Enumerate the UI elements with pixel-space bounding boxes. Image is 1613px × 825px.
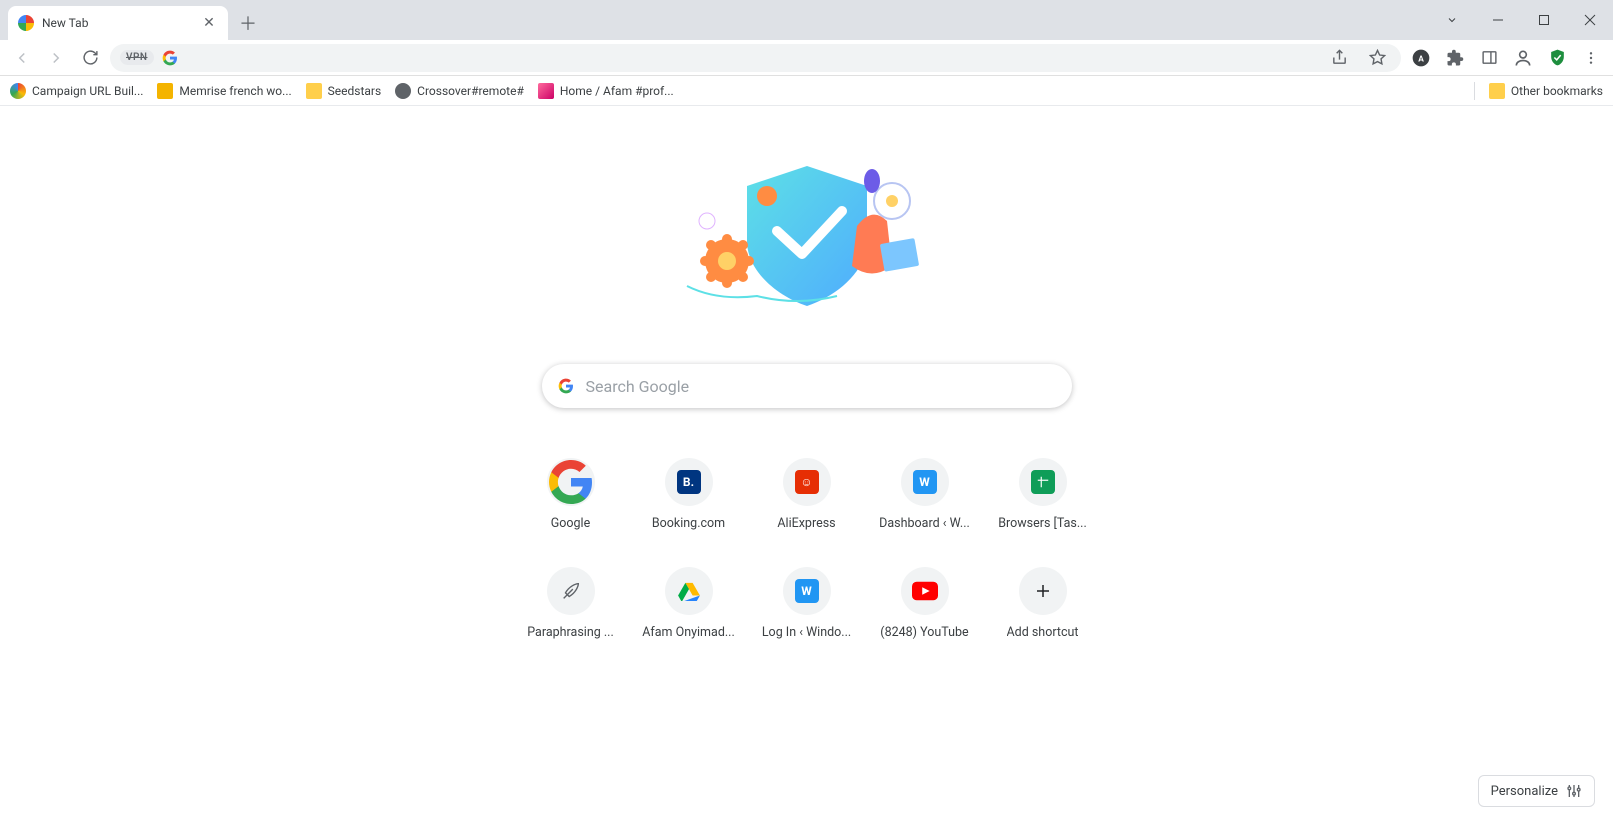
security-shield-icon[interactable]	[1543, 44, 1571, 72]
sidepanel-icon[interactable]	[1475, 44, 1503, 72]
add-icon	[1019, 567, 1067, 615]
divider	[1474, 82, 1475, 100]
feather-icon	[560, 580, 582, 602]
google-icon	[162, 50, 178, 66]
bookmark-label: Seedstars	[328, 84, 382, 98]
close-tab-icon[interactable]: ✕	[200, 14, 218, 32]
shortcut-label: Log In ‹ Windo...	[762, 625, 851, 640]
shortcut-login[interactable]: W Log In ‹ Windo...	[751, 567, 863, 640]
bookmark-item[interactable]: Seedstars	[306, 83, 382, 99]
shortcut-dashboard[interactable]: W Dashboard ‹ W...	[869, 458, 981, 531]
shortcut-icon: ☺	[783, 458, 831, 506]
bookmark-item[interactable]: Campaign URL Buil...	[10, 83, 143, 99]
bookmark-favicon	[157, 83, 173, 99]
shortcut-icon	[1019, 458, 1067, 506]
shortcut-browsers[interactable]: Browsers [Tas...	[987, 458, 1099, 531]
bookmark-favicon	[10, 83, 26, 99]
window-controls	[1429, 0, 1613, 40]
minimize-icon[interactable]	[1475, 0, 1521, 40]
bookmarks-bar: Campaign URL Buil... Memrise french wo..…	[0, 76, 1613, 106]
other-bookmarks[interactable]: Other bookmarks	[1489, 83, 1603, 99]
address-bar[interactable]: VPN	[110, 44, 1401, 72]
bookmark-item[interactable]: Home / Afam #prof...	[538, 83, 674, 99]
bookmark-label: Other bookmarks	[1511, 84, 1603, 98]
shortcut-label: Paraphrasing ...	[527, 625, 614, 640]
extensions-icon[interactable]	[1441, 44, 1469, 72]
bookmark-label: Home / Afam #prof...	[560, 84, 674, 98]
forward-button[interactable]	[42, 44, 70, 72]
shortcut-booking[interactable]: B. Booking.com	[633, 458, 745, 531]
shortcut-label: Dashboard ‹ W...	[879, 516, 970, 531]
menu-dots-icon[interactable]	[1577, 44, 1605, 72]
new-tab-button[interactable]: ＋	[234, 9, 262, 37]
shortcut-icon	[547, 458, 595, 506]
bookmark-favicon	[395, 83, 411, 99]
shortcut-label: Browsers [Tas...	[998, 516, 1087, 531]
shortcut-label: Afam Onyimad...	[642, 625, 735, 640]
shortcut-google[interactable]: Google	[515, 458, 627, 531]
google-icon	[558, 378, 574, 394]
bookmark-item[interactable]: Memrise french wo...	[157, 83, 291, 99]
maximize-icon[interactable]	[1521, 0, 1567, 40]
shortcut-aliexpress[interactable]: ☺ AliExpress	[751, 458, 863, 531]
folder-icon	[306, 83, 322, 99]
toolbar: VPN A	[0, 40, 1613, 76]
titlebar: New Tab ✕ ＋	[0, 0, 1613, 40]
shortcut-icon	[547, 567, 595, 615]
personalize-label: Personalize	[1491, 784, 1558, 799]
tabs-dropdown-icon[interactable]	[1429, 0, 1475, 40]
shortcut-icon	[665, 567, 713, 615]
bookmark-favicon	[538, 83, 554, 99]
search-input[interactable]	[586, 377, 1056, 396]
close-window-icon[interactable]	[1567, 0, 1613, 40]
svg-text:A: A	[1418, 54, 1424, 64]
personalize-button[interactable]: Personalize	[1478, 775, 1595, 807]
shortcut-paraphrasing[interactable]: Paraphrasing ...	[515, 567, 627, 640]
shortcut-icon: W	[901, 458, 949, 506]
shortcut-label: (8248) YouTube	[880, 625, 968, 640]
shortcut-label: AliExpress	[777, 516, 835, 531]
shortcut-label: Booking.com	[652, 516, 725, 531]
search-box[interactable]	[542, 364, 1072, 408]
shortcut-add[interactable]: Add shortcut	[987, 567, 1099, 640]
youtube-icon	[912, 581, 938, 601]
sliders-icon	[1566, 783, 1582, 799]
shortcut-youtube[interactable]: (8248) YouTube	[869, 567, 981, 640]
shortcuts-grid: Google B. Booking.com ☺ AliExpress W Das…	[515, 458, 1099, 640]
shortcut-icon	[901, 567, 949, 615]
share-icon[interactable]	[1325, 44, 1353, 72]
shortcut-icon: W	[783, 567, 831, 615]
shortcut-icon: B.	[665, 458, 713, 506]
hero-illustration	[657, 146, 957, 316]
tab-title: New Tab	[42, 16, 192, 30]
bookmark-item[interactable]: Crossover#remote#	[395, 83, 524, 99]
shortcut-drive[interactable]: Afam Onyimad...	[633, 567, 745, 640]
vpn-chip[interactable]: VPN	[120, 50, 154, 65]
back-button[interactable]	[8, 44, 36, 72]
tab-favicon	[18, 15, 34, 31]
folder-icon	[1489, 83, 1505, 99]
new-tab-content: Google B. Booking.com ☺ AliExpress W Das…	[0, 106, 1613, 825]
google-drive-icon	[678, 581, 700, 601]
reload-button[interactable]	[76, 44, 104, 72]
shortcut-label: Add shortcut	[1007, 625, 1079, 640]
bookmark-star-icon[interactable]	[1363, 44, 1391, 72]
bookmark-label: Crossover#remote#	[417, 84, 524, 98]
shortcut-label: Google	[551, 516, 590, 531]
extension-adblock-icon[interactable]: A	[1407, 44, 1435, 72]
browser-tab[interactable]: New Tab ✕	[8, 6, 228, 40]
bookmark-label: Campaign URL Buil...	[32, 84, 143, 98]
bookmark-label: Memrise french wo...	[179, 84, 291, 98]
profile-icon[interactable]	[1509, 44, 1537, 72]
